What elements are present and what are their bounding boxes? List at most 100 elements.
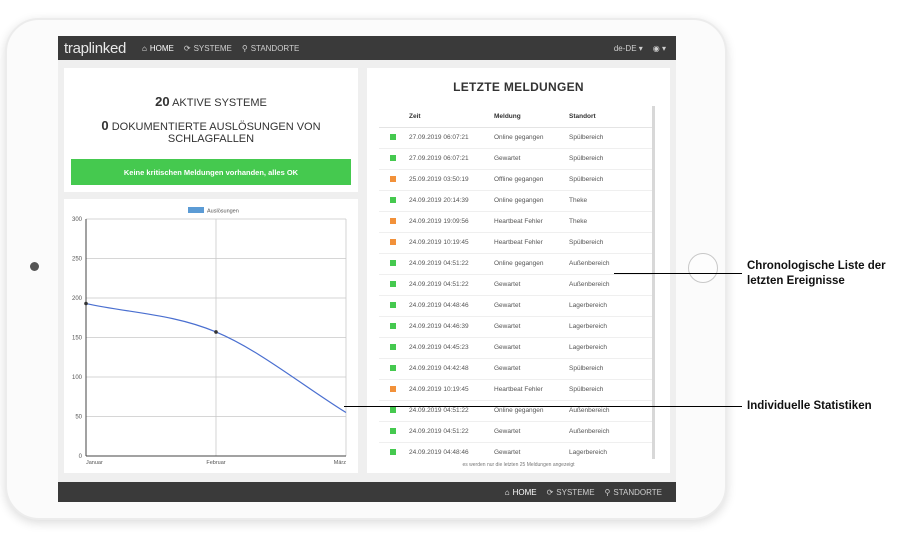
location-cell: Spülbereich bbox=[569, 232, 652, 254]
status-indicator bbox=[390, 238, 396, 245]
time-cell: 24.09.2019 04:51:22 bbox=[409, 253, 494, 275]
table-row[interactable]: 24.09.2019 20:14:39 Online gegangen Theke bbox=[379, 190, 652, 212]
table-row[interactable]: 24.09.2019 04:51:22 Gewartet Außenbereich bbox=[379, 421, 652, 443]
table-row[interactable]: 27.09.2019 06:07:21 Online gegangen Spülbe… bbox=[379, 127, 652, 149]
status-indicator bbox=[390, 259, 396, 266]
triggers-label: DOKUMENTIERTE AUSLÖSUNGEN VON SCHLAGFALL… bbox=[111, 121, 321, 145]
status-col-header bbox=[379, 106, 409, 128]
y-tick-label: 200 bbox=[72, 296, 83, 302]
status-indicator bbox=[390, 301, 396, 308]
location-cell: Spülbereich bbox=[569, 127, 652, 149]
status-indicator bbox=[390, 133, 396, 140]
time-cell: 24.09.2019 04:51:22 bbox=[409, 274, 494, 296]
y-tick-label: 300 bbox=[72, 217, 83, 223]
location-cell: Spülbereich bbox=[569, 358, 652, 380]
status-indicator bbox=[390, 175, 396, 182]
table-row[interactable]: 24.09.2019 04:51:22 Online gegangen Außenb… bbox=[379, 253, 652, 275]
table-row[interactable]: 24.09.2019 04:48:46 Gewartet Lagerbereich bbox=[379, 442, 652, 459]
col-header-meldung: Meldung bbox=[494, 106, 569, 128]
status-indicator bbox=[390, 322, 396, 329]
statistics-chart: 0 50 100 150 200 250 300 Januar Februar März Auslö… bbox=[72, 207, 347, 466]
status-indicator bbox=[390, 364, 396, 371]
y-tick-label: 100 bbox=[72, 375, 83, 381]
home-icon: ⌂ bbox=[504, 487, 510, 497]
top-navbar: traplinked ⌂ HOME ⟳ SYSTEME ⚲ STANDORTE … bbox=[58, 36, 676, 60]
table-row[interactable]: 25.09.2019 03:50:19 Offline gegangen Spülb… bbox=[379, 169, 652, 191]
status-indicator bbox=[390, 427, 396, 434]
message-cell: Offline gegangen bbox=[494, 169, 569, 191]
tablet-home-button[interactable] bbox=[688, 253, 718, 283]
location-cell: Lagerbereich bbox=[569, 442, 652, 459]
time-cell: 24.09.2019 04:42:48 bbox=[409, 358, 494, 380]
time-cell: 27.09.2019 06:07:21 bbox=[409, 127, 494, 149]
data-point[interactable] bbox=[84, 301, 88, 306]
footer-nav-systeme[interactable]: ⟳ SYSTEME bbox=[547, 488, 595, 497]
systems-icon: ⟳ bbox=[183, 43, 191, 53]
col-header-zeit: Zeit bbox=[409, 106, 494, 128]
message-cell: Online gegangen bbox=[494, 190, 569, 212]
app-screen: traplinked ⌂ HOME ⟳ SYSTEME ⚲ STANDORTE … bbox=[58, 36, 676, 502]
legend-label: Auslösungen bbox=[207, 209, 239, 215]
table-row[interactable]: 24.09.2019 04:42:48 Gewartet Spülbereich bbox=[379, 358, 652, 380]
status-cell bbox=[379, 379, 409, 401]
nav-standorte[interactable]: ⚲ STANDORTE bbox=[242, 44, 299, 53]
time-cell: 24.09.2019 04:48:46 bbox=[409, 442, 494, 459]
table-row[interactable]: 24.09.2019 10:19:45 Heartbeat Fehler Spülb… bbox=[379, 379, 652, 401]
location-cell: Spülbereich bbox=[569, 148, 652, 170]
status-indicator bbox=[390, 406, 396, 413]
message-cell: Gewartet bbox=[494, 421, 569, 443]
data-point[interactable] bbox=[214, 330, 218, 334]
status-cell bbox=[379, 316, 409, 338]
events-title: LETZTE MELDUNGEN bbox=[453, 80, 584, 94]
legend-swatch bbox=[188, 207, 204, 213]
status-indicator bbox=[390, 448, 396, 455]
user-menu[interactable]: ◉ ▾ bbox=[653, 44, 666, 53]
time-cell: 25.09.2019 03:50:19 bbox=[409, 169, 494, 191]
time-cell: 24.09.2019 19:09:56 bbox=[409, 211, 494, 233]
callout-events-list: Chronologische Liste der letzten Ereigni… bbox=[747, 260, 886, 287]
location-cell: Außenbereich bbox=[569, 274, 652, 296]
message-cell: Heartbeat Fehler bbox=[494, 211, 569, 233]
table-row[interactable]: 24.09.2019 19:09:56 Heartbeat Fehler Theke bbox=[379, 211, 652, 233]
table-row[interactable]: 24.09.2019 04:51:22 Gewartet Außenbereich bbox=[379, 274, 652, 296]
language-dropdown[interactable]: de-DE ▾ bbox=[614, 44, 643, 53]
table-row[interactable]: 24.09.2019 04:45:23 Gewartet Lagerbereich bbox=[379, 337, 652, 359]
status-indicator bbox=[390, 154, 396, 161]
time-cell: 24.09.2019 04:51:22 bbox=[409, 421, 494, 443]
table-row[interactable]: 24.09.2019 04:46:39 Gewartet Lagerbereich bbox=[379, 316, 652, 338]
status-cell bbox=[379, 295, 409, 317]
active-systems-line: 20 AKTIVE SYSTEME bbox=[64, 94, 358, 109]
nav-home[interactable]: ⌂ HOME bbox=[142, 44, 174, 53]
time-cell: 24.09.2019 04:48:46 bbox=[409, 295, 494, 317]
location-cell: Spülbereich bbox=[569, 379, 652, 401]
footer-navbar: ⌂ HOME ⟳ SYSTEME ⚲ STANDORTE bbox=[58, 482, 676, 502]
map-marker-icon: ⚲ bbox=[241, 43, 248, 53]
app-logo[interactable]: traplinked bbox=[64, 40, 126, 57]
location-cell: Außenbereich bbox=[569, 253, 652, 275]
y-tick-label: 0 bbox=[79, 454, 83, 460]
nav-right: de-DE ▾ ◉ ▾ bbox=[614, 44, 676, 53]
time-cell: 24.09.2019 10:19:45 bbox=[409, 232, 494, 254]
events-panel: LETZTE MELDUNGEN Zeit Meldung Standort 2… bbox=[367, 68, 670, 473]
status-indicator bbox=[390, 343, 396, 350]
nav-systeme-label: SYSTEME bbox=[193, 43, 232, 53]
message-cell: Online gegangen bbox=[494, 127, 569, 149]
status-cell bbox=[379, 442, 409, 459]
stage: traplinked ⌂ HOME ⟳ SYSTEME ⚲ STANDORTE … bbox=[0, 0, 900, 549]
message-cell: Gewartet bbox=[494, 295, 569, 317]
footer-nav-standorte[interactable]: ⚲ STANDORTE bbox=[605, 488, 662, 497]
status-cell bbox=[379, 148, 409, 170]
message-cell: Gewartet bbox=[494, 442, 569, 459]
location-cell: Theke bbox=[569, 211, 652, 233]
location-cell: Lagerbereich bbox=[569, 337, 652, 359]
footer-nav-home[interactable]: ⌂ HOME bbox=[505, 488, 537, 497]
location-cell: Lagerbereich bbox=[569, 316, 652, 338]
table-row[interactable]: 24.09.2019 04:51:22 Online gegangen Außenb… bbox=[379, 400, 652, 422]
nav-systeme[interactable]: ⟳ SYSTEME bbox=[184, 44, 232, 53]
table-row[interactable]: 24.09.2019 04:48:46 Gewartet Lagerbereich bbox=[379, 295, 652, 317]
message-cell: Heartbeat Fehler bbox=[494, 232, 569, 254]
table-row[interactable]: 27.09.2019 06:07:21 Gewartet Spülbereich bbox=[379, 148, 652, 170]
x-tick-label: Januar bbox=[86, 460, 103, 466]
summary-panel: 20 AKTIVE SYSTEME 0 DOKUMENTIERTE AUSLÖS… bbox=[64, 68, 358, 192]
table-row[interactable]: 24.09.2019 10:19:45 Heartbeat Fehler Spülb… bbox=[379, 232, 652, 254]
